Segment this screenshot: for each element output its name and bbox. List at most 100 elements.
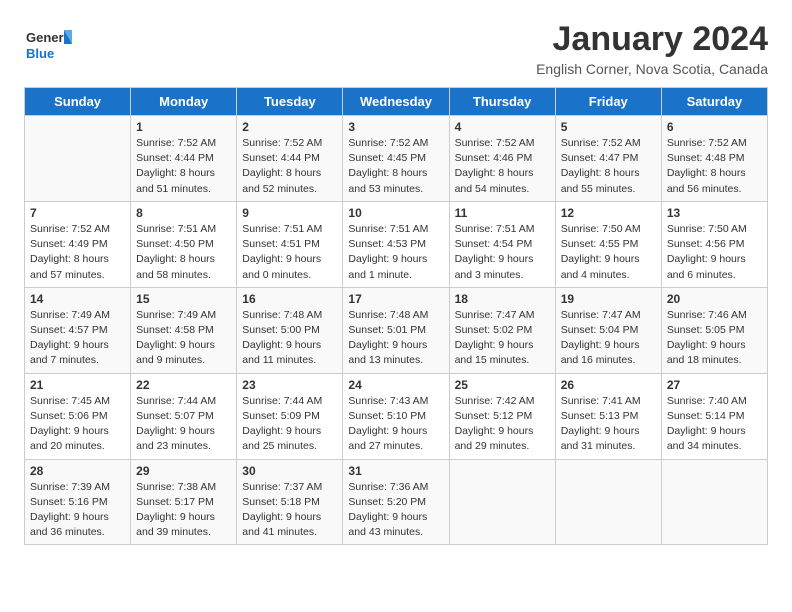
calendar-table: SundayMondayTuesdayWednesdayThursdayFrid… [24,87,768,545]
sunset-text: Sunset: 4:48 PM [667,151,762,166]
sunrise-text: Sunrise: 7:38 AM [136,480,231,495]
calendar-cell: 21Sunrise: 7:45 AMSunset: 5:06 PMDayligh… [25,373,131,459]
calendar-cell: 3 Sunrise: 7:52 AMSunset: 4:45 PMDaylight… [343,116,449,202]
sunset-text: Sunset: 4:50 PM [136,237,231,252]
calendar-cell: 2Sunrise: 7:52 AMSunset: 4:44 PMDaylight… [237,116,343,202]
day-number: 8 [136,206,231,220]
sunrise-text: Sunrise: 7:51 AM [455,222,550,237]
cell-info: Sunrise: 7:52 AMSunset: 4:44 PMDaylight:… [136,136,231,197]
sunset-text: Sunset: 4:55 PM [561,237,656,252]
sunset-text: Sunset: 4:51 PM [242,237,337,252]
title-block: January 2024 English Corner, Nova Scotia… [536,20,768,77]
day-number: 13 [667,206,762,220]
sunrise-text: Sunrise: 7:51 AM [348,222,443,237]
calendar-cell: 30 Sunrise: 7:37 AMSunset: 5:18 PMDayligh… [237,459,343,545]
day-number: 19 [561,292,656,306]
daylight-text: Daylight: 8 hours and 55 minutes. [561,166,656,196]
sunset-text: Sunset: 4:58 PM [136,323,231,338]
cell-info: Sunrise: 7:39 AMSunset: 5:16 PMDaylight:… [30,480,125,541]
sunrise-text: Sunrise: 7:52 AM [667,136,762,151]
day-header-wednesday: Wednesday [343,88,449,116]
sunrise-text: Sunrise: 7:40 AM [667,394,762,409]
calendar-cell: 13Sunrise: 7:50 AMSunset: 4:56 PMDayligh… [661,201,767,287]
sunrise-text: Sunrise: 7:41 AM [561,394,656,409]
cell-info: Sunrise: 7:45 AMSunset: 5:06 PMDaylight:… [30,394,125,455]
sunset-text: Sunset: 5:06 PM [30,409,125,424]
cell-info: Sunrise: 7:52 AMSunset: 4:45 PMDaylight:… [348,136,443,197]
calendar-cell [449,459,555,545]
daylight-text: Daylight: 9 hours and 29 minutes. [455,424,550,454]
sunrise-text: Sunrise: 7:36 AM [348,480,443,495]
day-number: 9 [242,206,337,220]
cell-info: Sunrise: 7:51 AMSunset: 4:50 PMDaylight:… [136,222,231,283]
cell-info: Sunrise: 7:37 AMSunset: 5:18 PMDaylight:… [242,480,337,541]
daylight-text: Daylight: 9 hours and 20 minutes. [30,424,125,454]
day-number: 25 [455,378,550,392]
cell-info: Sunrise: 7:40 AMSunset: 5:14 PMDaylight:… [667,394,762,455]
calendar-cell [661,459,767,545]
sunset-text: Sunset: 4:53 PM [348,237,443,252]
sunset-text: Sunset: 5:04 PM [561,323,656,338]
calendar-week-5: 28Sunrise: 7:39 AMSunset: 5:16 PMDayligh… [25,459,768,545]
daylight-text: Daylight: 9 hours and 4 minutes. [561,252,656,282]
logo: General Blue [24,20,72,73]
day-number: 30 [242,464,337,478]
sunrise-text: Sunrise: 7:52 AM [455,136,550,151]
day-number: 16 [242,292,337,306]
day-number: 7 [30,206,125,220]
sunrise-text: Sunrise: 7:48 AM [348,308,443,323]
calendar-cell: 11Sunrise: 7:51 AMSunset: 4:54 PMDayligh… [449,201,555,287]
day-number: 5 [561,120,656,134]
sunrise-text: Sunrise: 7:37 AM [242,480,337,495]
sunrise-text: Sunrise: 7:50 AM [667,222,762,237]
calendar-cell: 20Sunrise: 7:46 AMSunset: 5:05 PMDayligh… [661,287,767,373]
sunrise-text: Sunrise: 7:52 AM [348,136,443,151]
sunrise-text: Sunrise: 7:48 AM [242,308,337,323]
day-number: 10 [348,206,443,220]
cell-info: Sunrise: 7:51 AMSunset: 4:54 PMDaylight:… [455,222,550,283]
cell-info: Sunrise: 7:38 AMSunset: 5:17 PMDaylight:… [136,480,231,541]
calendar-cell: 14 Sunrise: 7:49 AMSunset: 4:57 PMDayligh… [25,287,131,373]
day-number: 27 [667,378,762,392]
sunrise-text: Sunrise: 7:45 AM [30,394,125,409]
sunrise-text: Sunrise: 7:44 AM [242,394,337,409]
sunset-text: Sunset: 4:46 PM [455,151,550,166]
calendar-cell: 26 Sunrise: 7:41 AMSunset: 5:13 PMDayligh… [555,373,661,459]
calendar-cell: 7Sunrise: 7:52 AMSunset: 4:49 PMDaylight… [25,201,131,287]
svg-text:Blue: Blue [26,46,54,61]
day-number: 3 [348,120,443,134]
day-number: 14 [30,292,125,306]
sunset-text: Sunset: 5:02 PM [455,323,550,338]
day-number: 26 [561,378,656,392]
cell-info: Sunrise: 7:52 AMSunset: 4:47 PMDaylight:… [561,136,656,197]
sunset-text: Sunset: 5:09 PM [242,409,337,424]
sunrise-text: Sunrise: 7:42 AM [455,394,550,409]
calendar-cell [25,116,131,202]
cell-info: Sunrise: 7:44 AMSunset: 5:09 PMDaylight:… [242,394,337,455]
cell-info: Sunrise: 7:41 AMSunset: 5:13 PMDaylight:… [561,394,656,455]
sunset-text: Sunset: 4:45 PM [348,151,443,166]
day-number: 23 [242,378,337,392]
daylight-text: Daylight: 9 hours and 6 minutes. [667,252,762,282]
day-header-monday: Monday [131,88,237,116]
day-header-saturday: Saturday [661,88,767,116]
calendar-cell: 5 Sunrise: 7:52 AMSunset: 4:47 PMDaylight… [555,116,661,202]
daylight-text: Daylight: 9 hours and 9 minutes. [136,338,231,368]
daylight-text: Daylight: 9 hours and 18 minutes. [667,338,762,368]
calendar-cell: 22Sunrise: 7:44 AMSunset: 5:07 PMDayligh… [131,373,237,459]
calendar-week-1: 1 Sunrise: 7:52 AMSunset: 4:44 PMDaylight… [25,116,768,202]
daylight-text: Daylight: 8 hours and 51 minutes. [136,166,231,196]
cell-info: Sunrise: 7:48 AMSunset: 5:00 PMDaylight:… [242,308,337,369]
daylight-text: Daylight: 9 hours and 31 minutes. [561,424,656,454]
cell-info: Sunrise: 7:47 AMSunset: 5:02 PMDaylight:… [455,308,550,369]
daylight-text: Daylight: 9 hours and 43 minutes. [348,510,443,540]
day-number: 6 [667,120,762,134]
cell-info: Sunrise: 7:49 AMSunset: 4:57 PMDaylight:… [30,308,125,369]
day-number: 1 [136,120,231,134]
day-header-friday: Friday [555,88,661,116]
cell-info: Sunrise: 7:49 AMSunset: 4:58 PMDaylight:… [136,308,231,369]
sunset-text: Sunset: 5:16 PM [30,495,125,510]
daylight-text: Daylight: 8 hours and 56 minutes. [667,166,762,196]
cell-info: Sunrise: 7:52 AMSunset: 4:48 PMDaylight:… [667,136,762,197]
day-number: 20 [667,292,762,306]
